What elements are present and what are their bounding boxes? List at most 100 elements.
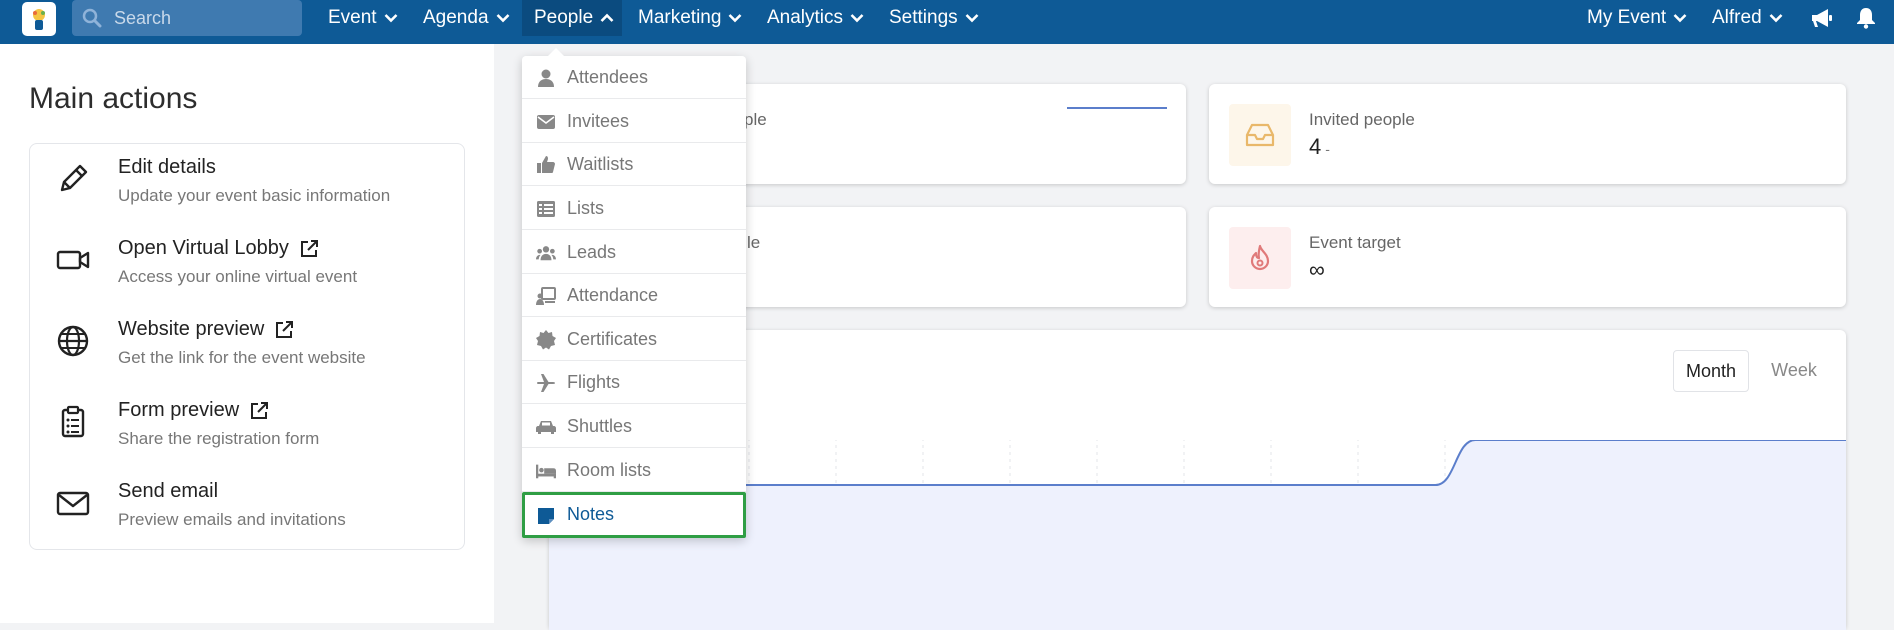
action-open-virtual-lobby[interactable]: Open Virtual Lobby Access your online vi… xyxy=(30,225,466,295)
nav-analytics[interactable]: Analytics xyxy=(767,0,864,36)
chevron-down-icon xyxy=(965,14,979,23)
clipboard-icon xyxy=(61,405,85,438)
menu-item-label: Attendees xyxy=(567,67,649,87)
nav-my-event[interactable]: My Event xyxy=(1587,0,1687,36)
fire-icon-box xyxy=(1229,227,1291,289)
action-edit-details[interactable]: Edit details Update your event basic inf… xyxy=(30,144,466,214)
search-box[interactable] xyxy=(72,0,302,36)
menu-item-waitlists[interactable]: Waitlists xyxy=(522,143,746,186)
stat-label: Invited people xyxy=(1309,110,1415,129)
stat-value-number: 4 xyxy=(1309,134,1322,159)
menu-item-lists[interactable]: Lists xyxy=(522,187,746,230)
action-title: Website preview xyxy=(118,318,294,341)
menu-item-certificates[interactable]: Certificates xyxy=(522,318,746,361)
menu-item-flights[interactable]: Flights xyxy=(522,361,746,404)
nav-agenda-label: Agenda xyxy=(423,7,489,28)
stat-value: 4- xyxy=(1309,134,1330,160)
action-description: Access your online virtual event xyxy=(118,267,358,286)
main-actions-title: Main actions xyxy=(29,82,198,115)
plane-icon xyxy=(537,374,555,392)
action-title-text: Open Virtual Lobby xyxy=(118,237,289,259)
nav-event-label: Event xyxy=(328,7,377,28)
nav-my-event-label: My Event xyxy=(1587,7,1667,28)
car-icon xyxy=(536,421,556,434)
note-icon xyxy=(538,508,554,524)
menu-item-label: Attendance xyxy=(567,285,659,305)
bell-icon[interactable] xyxy=(1856,7,1876,29)
megaphone-icon[interactable] xyxy=(1810,7,1834,29)
nav-settings[interactable]: Settings xyxy=(889,0,979,36)
menu-item-attendance[interactable]: Attendance xyxy=(522,274,746,317)
envelope-icon xyxy=(56,491,90,516)
stat-label: ple xyxy=(744,110,767,129)
action-title-text: Send email xyxy=(118,480,219,502)
envelope-icon xyxy=(537,115,555,129)
search-input[interactable] xyxy=(112,0,296,36)
person-icon xyxy=(538,69,554,87)
action-send-email[interactable]: Send email Preview emails and invitation… xyxy=(30,468,466,538)
menu-item-label: Shuttles xyxy=(567,416,633,436)
thumbs-up-icon xyxy=(537,156,555,173)
stat-card-invited: Invited people 4- xyxy=(1209,84,1846,184)
globe-icon xyxy=(57,325,89,357)
progress-line xyxy=(1067,107,1167,109)
stat-label: le xyxy=(747,233,761,252)
chevron-down-icon xyxy=(1769,14,1783,23)
nav-marketing[interactable]: Marketing xyxy=(638,0,742,36)
video-camera-icon xyxy=(56,250,90,270)
nav-event[interactable]: Event xyxy=(328,0,398,36)
stat-label: Event target xyxy=(1309,233,1401,252)
inbox-icon-box xyxy=(1229,104,1291,166)
nav-people[interactable]: People xyxy=(522,0,622,36)
nav-user-menu[interactable]: Alfred xyxy=(1712,0,1783,36)
chevron-down-icon xyxy=(1673,14,1687,23)
action-website-preview[interactable]: Website preview Get the link for the eve… xyxy=(30,306,466,376)
bed-icon xyxy=(536,464,556,479)
chevron-down-icon xyxy=(850,14,864,23)
fire-icon xyxy=(1250,244,1270,271)
menu-item-label: Waitlists xyxy=(567,154,634,174)
stat-value: ∞ xyxy=(1309,257,1325,282)
toggle-week[interactable]: Week xyxy=(1759,350,1829,390)
pencil-icon xyxy=(60,164,88,192)
menu-item-invitees[interactable]: Invitees xyxy=(522,100,746,143)
menu-item-room-lists[interactable]: Room lists xyxy=(522,449,746,492)
menu-item-label: Certificates xyxy=(567,329,658,349)
toggle-month[interactable]: Month xyxy=(1673,350,1749,392)
chevron-down-icon xyxy=(496,14,509,23)
main-actions-card: Edit details Update your event basic inf… xyxy=(29,143,465,550)
menu-item-shuttles[interactable]: Shuttles xyxy=(522,405,746,448)
action-form-preview[interactable]: Form preview Share the registration form xyxy=(30,387,466,457)
menu-item-label: Room lists xyxy=(567,460,652,480)
menu-item-leads[interactable]: Leads xyxy=(522,231,746,274)
users-icon xyxy=(536,246,556,261)
chevron-up-icon xyxy=(600,13,614,22)
menu-item-label: Leads xyxy=(567,242,617,262)
certificate-icon xyxy=(536,330,556,350)
people-dropdown-menu: Attendees Invitees Waitlists Lists Leads xyxy=(522,48,746,538)
external-link-icon xyxy=(276,320,294,338)
attendance-icon xyxy=(536,287,556,305)
inbox-icon xyxy=(1245,123,1275,147)
external-link-icon xyxy=(300,239,318,257)
menu-item-label: Flights xyxy=(567,372,621,392)
action-title: Form preview xyxy=(118,399,269,422)
action-title: Open Virtual Lobby xyxy=(118,237,319,260)
nav-marketing-label: Marketing xyxy=(638,7,722,28)
action-description: Preview emails and invitations xyxy=(118,510,346,529)
dropdown-caret xyxy=(548,48,564,56)
action-title: Edit details xyxy=(118,156,216,179)
menu-item-attendees[interactable]: Attendees xyxy=(522,56,746,99)
external-link-icon xyxy=(251,401,269,419)
app-logo[interactable] xyxy=(22,2,56,36)
logo-icon xyxy=(33,9,45,30)
action-description: Update your event basic information xyxy=(118,186,391,205)
stat-value-dash: - xyxy=(1325,141,1330,157)
nav-agenda[interactable]: Agenda xyxy=(423,0,510,36)
menu-item-notes[interactable]: Notes xyxy=(522,492,746,538)
action-title-text: Form preview xyxy=(118,399,240,421)
menu-item-label: Invitees xyxy=(567,111,630,131)
menu-item-label: Notes xyxy=(567,504,615,524)
chevron-down-icon xyxy=(729,14,742,23)
nav-user-label: Alfred xyxy=(1712,7,1762,28)
